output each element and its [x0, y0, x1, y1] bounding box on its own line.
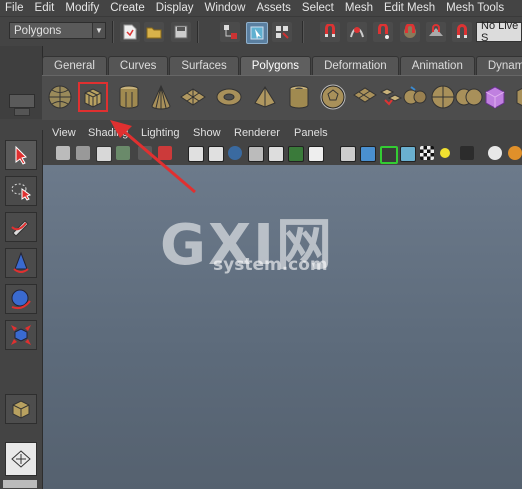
new-scene-icon[interactable] — [120, 22, 140, 42]
lasso-tool-icon[interactable] — [5, 176, 37, 206]
menu-window[interactable]: Window — [199, 2, 251, 14]
use-all-lights-icon[interactable] — [420, 146, 434, 160]
motion-blur-icon[interactable] — [488, 146, 502, 160]
chevron-down-icon: ▼ — [92, 23, 105, 38]
tab-dynamics[interactable]: Dynam — [475, 56, 522, 75]
paint-select-tool-icon[interactable] — [5, 212, 37, 242]
tab-curves[interactable]: Curves — [107, 56, 169, 75]
gate-mask-icon[interactable] — [248, 146, 264, 162]
menu-mesh[interactable]: Mesh — [340, 2, 379, 14]
menu-set-value: Polygons — [14, 24, 62, 37]
safe-action-icon[interactable] — [288, 146, 304, 162]
boolean-icon[interactable] — [480, 82, 510, 112]
layout-single-pane-icon[interactable] — [5, 442, 37, 476]
poly-cylinder-icon[interactable] — [114, 82, 144, 112]
separator — [112, 21, 114, 43]
shelf-menu-icon[interactable] — [9, 94, 35, 108]
tab-deformation[interactable]: Deformation — [312, 56, 399, 75]
poly-soccer-ball-icon[interactable] — [318, 82, 348, 112]
panel-menu-panels[interactable]: Panels — [294, 127, 328, 139]
snap-grid-icon[interactable] — [320, 22, 340, 42]
move-tool-icon[interactable] — [5, 248, 37, 278]
watermark-domain: system.com — [213, 255, 328, 275]
safe-title-icon[interactable] — [308, 146, 324, 162]
film-gate-icon[interactable] — [208, 146, 224, 162]
toolbox — [0, 130, 43, 489]
separator — [197, 21, 199, 43]
wireframe-icon[interactable] — [340, 146, 356, 162]
menu-edit[interactable]: Edit — [30, 2, 61, 14]
main-menu-bar: File Edit Modify Create Display Window A… — [0, 0, 522, 16]
shelf-options-icon[interactable] — [14, 108, 30, 116]
poly-pipe-icon[interactable] — [284, 82, 314, 112]
live-surface-field[interactable]: No Live S — [476, 20, 522, 44]
camera-attributes-icon[interactable] — [76, 146, 90, 160]
panel-menu-renderer[interactable]: Renderer — [234, 127, 280, 139]
poly-cube-icon[interactable] — [78, 82, 108, 112]
menu-set-select[interactable]: Polygons ▼ — [9, 22, 106, 39]
separator — [302, 21, 304, 43]
menu-file[interactable]: File — [0, 2, 30, 14]
last-used-tool-icon[interactable] — [5, 394, 37, 424]
snap-surface-icon[interactable] — [426, 22, 446, 42]
select-component-icon[interactable] — [272, 22, 292, 42]
select-camera-icon[interactable] — [56, 146, 70, 160]
snap-view-icon[interactable] — [400, 22, 420, 42]
snap-live-icon[interactable] — [452, 22, 472, 42]
tab-surfaces[interactable]: Surfaces — [169, 56, 239, 75]
poly-sphere-icon[interactable] — [45, 82, 75, 112]
smooth-shade-icon[interactable] — [360, 146, 376, 162]
ambient-occlusion-icon[interactable] — [460, 146, 474, 160]
poly-plane-icon[interactable] — [178, 82, 208, 112]
save-scene-icon[interactable] — [171, 22, 191, 42]
annotation-arrow-icon — [110, 120, 196, 194]
tab-polygons[interactable]: Polygons — [239, 56, 312, 75]
menu-display[interactable]: Display — [151, 2, 200, 14]
shadows-icon[interactable] — [440, 148, 450, 158]
scale-tool-icon[interactable] — [5, 320, 37, 350]
poly-torus-icon[interactable] — [214, 82, 244, 112]
menu-create[interactable]: Create — [105, 2, 151, 14]
open-scene-icon[interactable] — [144, 22, 164, 42]
menu-modify[interactable]: Modify — [60, 2, 105, 14]
separate-icon[interactable] — [400, 82, 430, 112]
select-tool-icon[interactable] — [5, 140, 37, 170]
menu-mesh-tools[interactable]: Mesh Tools — [441, 2, 510, 14]
layout-quick-icon[interactable] — [3, 480, 37, 488]
resolution-gate-icon[interactable] — [228, 146, 242, 160]
select-object-icon[interactable] — [246, 22, 268, 44]
menu-select[interactable]: Select — [297, 2, 340, 14]
snap-curve-icon[interactable] — [347, 22, 367, 42]
menu-assets[interactable]: Assets — [251, 2, 297, 14]
select-hierarchy-icon[interactable] — [220, 22, 240, 42]
status-line: Polygons ▼ No Live S — [0, 16, 522, 47]
shelf-tabs: General Curves Surfaces Polygons Deforma… — [42, 56, 522, 75]
wireframe-on-shaded-icon[interactable] — [380, 146, 398, 164]
shelf-side-dock — [0, 46, 43, 119]
tab-general[interactable]: General — [42, 56, 107, 75]
panel-menu-view[interactable]: View — [52, 127, 76, 139]
poly-pyramid-icon[interactable] — [250, 82, 280, 112]
textured-icon[interactable] — [400, 146, 416, 162]
extrude-icon[interactable] — [508, 82, 522, 112]
rotate-tool-icon[interactable] — [5, 284, 37, 314]
field-chart-icon[interactable] — [268, 146, 284, 162]
poly-cone-icon[interactable] — [146, 82, 176, 112]
tab-animation[interactable]: Animation — [399, 56, 475, 75]
anti-alias-icon[interactable] — [508, 146, 522, 160]
snap-point-icon[interactable] — [373, 22, 393, 42]
menu-edit-mesh[interactable]: Edit Mesh — [379, 2, 441, 14]
